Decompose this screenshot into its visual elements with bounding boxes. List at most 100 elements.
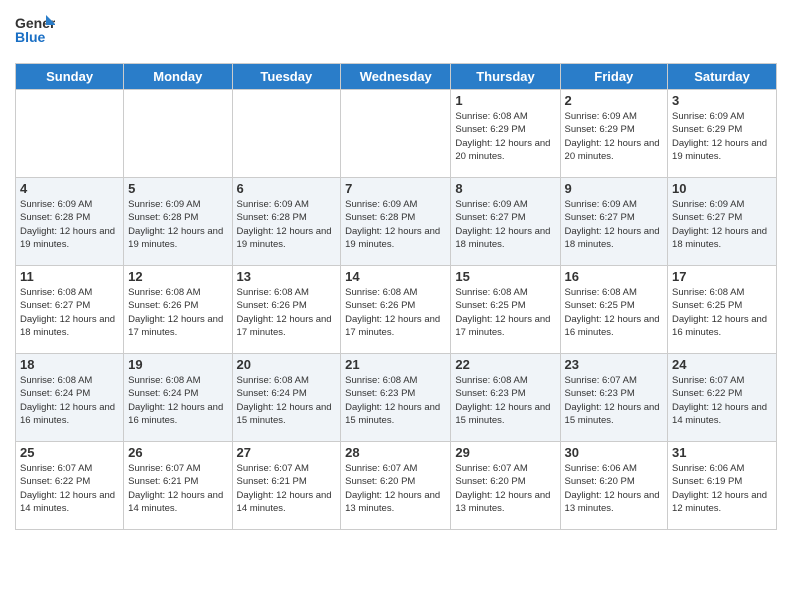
calendar-cell: 11 Sunrise: 6:08 AM Sunset: 6:27 PM Dayli… [16, 266, 124, 354]
day-info: Sunrise: 6:07 AM Sunset: 6:22 PM Dayligh… [20, 462, 119, 515]
calendar-cell: 19 Sunrise: 6:08 AM Sunset: 6:24 PM Dayli… [124, 354, 232, 442]
day-info: Sunrise: 6:07 AM Sunset: 6:20 PM Dayligh… [345, 462, 446, 515]
calendar-weekday-header: Tuesday [232, 64, 341, 90]
calendar-cell: 22 Sunrise: 6:08 AM Sunset: 6:23 PM Dayli… [451, 354, 560, 442]
day-number: 29 [455, 445, 555, 460]
day-number: 23 [565, 357, 664, 372]
day-number: 27 [237, 445, 337, 460]
calendar-cell: 14 Sunrise: 6:08 AM Sunset: 6:26 PM Dayli… [341, 266, 451, 354]
day-info: Sunrise: 6:06 AM Sunset: 6:20 PM Dayligh… [565, 462, 664, 515]
calendar-weekday-header: Monday [124, 64, 232, 90]
calendar-week-row: 4 Sunrise: 6:09 AM Sunset: 6:28 PM Daylig… [16, 178, 777, 266]
day-info: Sunrise: 6:08 AM Sunset: 6:23 PM Dayligh… [455, 374, 555, 427]
day-number: 3 [672, 93, 772, 108]
calendar-cell [232, 90, 341, 178]
day-number: 11 [20, 269, 119, 284]
calendar-cell: 29 Sunrise: 6:07 AM Sunset: 6:20 PM Dayli… [451, 442, 560, 530]
day-info: Sunrise: 6:08 AM Sunset: 6:29 PM Dayligh… [455, 110, 555, 163]
calendar-cell: 2 Sunrise: 6:09 AM Sunset: 6:29 PM Daylig… [560, 90, 668, 178]
day-number: 9 [565, 181, 664, 196]
day-info: Sunrise: 6:09 AM Sunset: 6:29 PM Dayligh… [565, 110, 664, 163]
day-info: Sunrise: 6:08 AM Sunset: 6:24 PM Dayligh… [128, 374, 227, 427]
calendar-cell [124, 90, 232, 178]
calendar-cell: 8Sunrise: 6:09 AM Sunset: 6:27 PM Daylig… [451, 178, 560, 266]
day-info: Sunrise: 6:08 AM Sunset: 6:26 PM Dayligh… [128, 286, 227, 339]
calendar-weekday-header: Saturday [668, 64, 777, 90]
day-info: Sunrise: 6:08 AM Sunset: 6:24 PM Dayligh… [20, 374, 119, 427]
calendar-week-row: 1 Sunrise: 6:08 AM Sunset: 6:29 PM Daylig… [16, 90, 777, 178]
day-info: Sunrise: 6:06 AM Sunset: 6:19 PM Dayligh… [672, 462, 772, 515]
calendar-cell: 9 Sunrise: 6:09 AM Sunset: 6:27 PM Daylig… [560, 178, 668, 266]
day-number: 12 [128, 269, 227, 284]
day-number: 8 [455, 181, 555, 196]
day-info: Sunrise: 6:08 AM Sunset: 6:26 PM Dayligh… [345, 286, 446, 339]
calendar-cell [341, 90, 451, 178]
day-number: 16 [565, 269, 664, 284]
calendar-weekday-header: Friday [560, 64, 668, 90]
day-info: Sunrise: 6:07 AM Sunset: 6:20 PM Dayligh… [455, 462, 555, 515]
day-info: Sunrise: 6:09 AM Sunset: 6:29 PM Dayligh… [672, 110, 772, 163]
day-number: 26 [128, 445, 227, 460]
calendar-cell: 28 Sunrise: 6:07 AM Sunset: 6:20 PM Dayli… [341, 442, 451, 530]
page: General Blue SundayMondayTuesdayWednesda… [0, 0, 792, 612]
calendar-cell: 18Sunrise: 6:08 AM Sunset: 6:24 PM Dayli… [16, 354, 124, 442]
calendar-weekday-header: Thursday [451, 64, 560, 90]
calendar-cell: 5 Sunrise: 6:09 AM Sunset: 6:28 PM Daylig… [124, 178, 232, 266]
day-number: 20 [237, 357, 337, 372]
calendar-cell: 13 Sunrise: 6:08 AM Sunset: 6:26 PM Dayli… [232, 266, 341, 354]
calendar-cell: 25Sunrise: 6:07 AM Sunset: 6:22 PM Dayli… [16, 442, 124, 530]
day-info: Sunrise: 6:08 AM Sunset: 6:25 PM Dayligh… [455, 286, 555, 339]
calendar-cell: 31 Sunrise: 6:06 AM Sunset: 6:19 PM Dayli… [668, 442, 777, 530]
calendar-cell: 12 Sunrise: 6:08 AM Sunset: 6:26 PM Dayli… [124, 266, 232, 354]
calendar-week-row: 25Sunrise: 6:07 AM Sunset: 6:22 PM Dayli… [16, 442, 777, 530]
day-number: 2 [565, 93, 664, 108]
calendar-cell: 23Sunrise: 6:07 AM Sunset: 6:23 PM Dayli… [560, 354, 668, 442]
day-number: 21 [345, 357, 446, 372]
day-number: 24 [672, 357, 772, 372]
day-info: Sunrise: 6:09 AM Sunset: 6:28 PM Dayligh… [237, 198, 337, 251]
calendar-cell: 16 Sunrise: 6:08 AM Sunset: 6:25 PM Dayli… [560, 266, 668, 354]
day-number: 5 [128, 181, 227, 196]
calendar-header-row: SundayMondayTuesdayWednesdayThursdayFrid… [16, 64, 777, 90]
calendar-week-row: 11 Sunrise: 6:08 AM Sunset: 6:27 PM Dayli… [16, 266, 777, 354]
day-number: 22 [455, 357, 555, 372]
day-info: Sunrise: 6:08 AM Sunset: 6:24 PM Dayligh… [237, 374, 337, 427]
calendar-cell: 1 Sunrise: 6:08 AM Sunset: 6:29 PM Daylig… [451, 90, 560, 178]
day-info: Sunrise: 6:07 AM Sunset: 6:22 PM Dayligh… [672, 374, 772, 427]
day-info: Sunrise: 6:09 AM Sunset: 6:28 PM Dayligh… [20, 198, 119, 251]
day-number: 13 [237, 269, 337, 284]
day-number: 19 [128, 357, 227, 372]
calendar-cell: 30 Sunrise: 6:06 AM Sunset: 6:20 PM Dayli… [560, 442, 668, 530]
day-number: 6 [237, 181, 337, 196]
calendar-cell: 17Sunrise: 6:08 AM Sunset: 6:25 PM Dayli… [668, 266, 777, 354]
day-number: 17 [672, 269, 772, 284]
day-info: Sunrise: 6:08 AM Sunset: 6:25 PM Dayligh… [565, 286, 664, 339]
day-number: 1 [455, 93, 555, 108]
day-number: 31 [672, 445, 772, 460]
calendar-cell: 4 Sunrise: 6:09 AM Sunset: 6:28 PM Daylig… [16, 178, 124, 266]
day-number: 7 [345, 181, 446, 196]
calendar-cell: 27Sunrise: 6:07 AM Sunset: 6:21 PM Dayli… [232, 442, 341, 530]
day-number: 28 [345, 445, 446, 460]
day-info: Sunrise: 6:09 AM Sunset: 6:27 PM Dayligh… [672, 198, 772, 251]
calendar-cell: 7Sunrise: 6:09 AM Sunset: 6:28 PM Daylig… [341, 178, 451, 266]
day-number: 30 [565, 445, 664, 460]
day-number: 14 [345, 269, 446, 284]
day-info: Sunrise: 6:08 AM Sunset: 6:27 PM Dayligh… [20, 286, 119, 339]
calendar-cell: 10Sunrise: 6:09 AM Sunset: 6:27 PM Dayli… [668, 178, 777, 266]
day-info: Sunrise: 6:09 AM Sunset: 6:28 PM Dayligh… [128, 198, 227, 251]
day-info: Sunrise: 6:09 AM Sunset: 6:27 PM Dayligh… [565, 198, 664, 251]
day-number: 4 [20, 181, 119, 196]
calendar-cell: 6 Sunrise: 6:09 AM Sunset: 6:28 PM Daylig… [232, 178, 341, 266]
calendar-weekday-header: Sunday [16, 64, 124, 90]
header: General Blue [15, 10, 777, 55]
day-info: Sunrise: 6:08 AM Sunset: 6:23 PM Dayligh… [345, 374, 446, 427]
day-info: Sunrise: 6:07 AM Sunset: 6:21 PM Dayligh… [128, 462, 227, 515]
calendar-cell: 3 Sunrise: 6:09 AM Sunset: 6:29 PM Daylig… [668, 90, 777, 178]
calendar-weekday-header: Wednesday [341, 64, 451, 90]
logo: General Blue [15, 10, 55, 55]
calendar-cell: 20 Sunrise: 6:08 AM Sunset: 6:24 PM Dayli… [232, 354, 341, 442]
calendar-cell [16, 90, 124, 178]
day-info: Sunrise: 6:08 AM Sunset: 6:26 PM Dayligh… [237, 286, 337, 339]
day-number: 15 [455, 269, 555, 284]
